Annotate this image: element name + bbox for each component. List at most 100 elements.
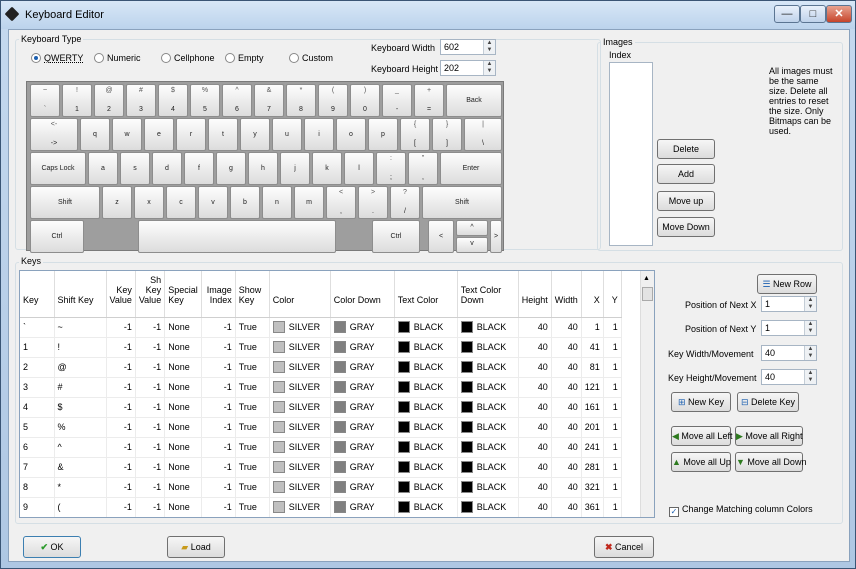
cell-x[interactable]: 321 — [581, 477, 604, 498]
maximize-button[interactable]: □ — [800, 5, 826, 23]
cell-width[interactable]: 40 — [551, 437, 582, 458]
cell-height[interactable]: 40 — [518, 337, 552, 358]
cell-color-down[interactable]: GRAY — [330, 517, 394, 518]
cell-image-index[interactable]: -1 — [201, 317, 236, 338]
cell-shift-key[interactable]: ( — [54, 497, 107, 517]
cell-text-color-down[interactable]: BLACK — [457, 417, 519, 438]
cell-sh-key-value[interactable]: -1 — [135, 337, 166, 358]
cell-shift-key[interactable]: % — [54, 417, 107, 438]
close-button[interactable]: ✕ — [826, 5, 852, 23]
col-special-key[interactable]: Special Key — [164, 271, 202, 318]
cell-special-key[interactable]: None — [164, 397, 202, 418]
key-s[interactable]: s — [120, 152, 150, 185]
cell-x[interactable]: 241 — [581, 437, 604, 458]
key-7[interactable]: & 7 — [254, 84, 284, 117]
col-image-index[interactable]: Image Index — [201, 271, 236, 318]
ok-button[interactable]: ✔ OK — [23, 536, 81, 558]
cell-sh-key-value[interactable]: -1 — [135, 517, 164, 518]
cell-color-down[interactable]: GRAY — [330, 457, 395, 478]
cell-height[interactable]: 40 — [518, 457, 552, 478]
delete-key-button[interactable]: ⊟ Delete Key — [737, 392, 799, 412]
key-lbrace[interactable]: {[ — [400, 118, 430, 151]
cell-key-value[interactable]: -1 — [106, 337, 136, 358]
cell-x[interactable]: 41 — [581, 337, 604, 358]
cell-color[interactable]: SILVER — [269, 457, 331, 478]
cell-show-key[interactable]: True — [235, 337, 270, 358]
key-6[interactable]: ^ 6 — [222, 84, 252, 117]
col-shift-key[interactable]: Shift Key — [54, 271, 107, 318]
cell-shift-key[interactable]: # — [54, 377, 107, 398]
cell-image-index[interactable]: -1 — [201, 337, 236, 358]
cell-height[interactable]: 40 — [518, 397, 552, 418]
cell-sh-key-value[interactable]: -1 — [135, 477, 166, 498]
key-left-ctrl[interactable]: Ctrl — [30, 220, 84, 253]
keyboard-height-input[interactable]: 202 ▲ ▼ — [440, 60, 496, 76]
table-row[interactable]: 8 * -1 -1 None -1 True SILVER GRAY BLACK BLACK 40 40… — [20, 477, 622, 498]
cell-text-color[interactable]: BLACK — [394, 417, 458, 438]
cell-key[interactable]: ` — [20, 317, 55, 338]
key-h[interactable]: h — [248, 152, 278, 185]
cell-text-color-down[interactable]: BLACK — [457, 517, 518, 518]
cell-key[interactable]: 3 — [20, 377, 55, 398]
cell-color[interactable]: SILVER — [269, 377, 331, 398]
key-rbrace[interactable]: }] — [432, 118, 462, 151]
key-b[interactable]: b — [230, 186, 260, 219]
cell-y[interactable]: 1 — [603, 457, 622, 478]
keyboard-width-input[interactable]: 602 ▲ ▼ — [440, 39, 496, 55]
cell-image-index[interactable]: -1 — [201, 497, 236, 517]
radio-custom[interactable]: Custom — [289, 53, 333, 63]
cell-y[interactable]: 1 — [603, 477, 622, 498]
cell-show-key[interactable]: True — [235, 457, 270, 478]
cell-sh-key-value[interactable]: -1 — [135, 317, 166, 338]
table-row[interactable]: 5% -1 -1 None -1 True SILVER GRAY BLACK BLACK 40 40… — [20, 417, 622, 438]
cell-text-color[interactable]: BLACK — [394, 457, 458, 478]
cell-special-key[interactable]: None — [165, 517, 202, 518]
cell-y[interactable]: 1 — [603, 437, 622, 458]
cell-x[interactable]: 281 — [581, 457, 604, 478]
cell-color-down[interactable]: GRAY — [330, 477, 395, 498]
table-row[interactable]: 4 $ -1 -1 None -1 True SILVER GRAY BLACK BLACK 40 40… — [20, 397, 622, 418]
cell-show-key[interactable]: True — [235, 477, 270, 498]
cell-color[interactable]: SILVER — [269, 437, 331, 458]
cell-show-key[interactable]: True — [235, 377, 270, 398]
image-move-up-button[interactable]: Move up — [657, 191, 715, 211]
cell-x[interactable]: 121 — [581, 377, 604, 398]
cell-shift-key[interactable]: * — [54, 477, 107, 498]
load-button[interactable]: ▰ Load — [167, 536, 225, 558]
col-color-down[interactable]: Color Down — [330, 271, 395, 318]
cell-height[interactable]: 40 — [518, 317, 552, 338]
key-height-movement-input[interactable]: 40 ▲ ▼ — [761, 369, 817, 385]
key-l[interactable]: l — [344, 152, 374, 185]
cell-width[interactable]: 40 — [551, 357, 582, 378]
cell-shift-key[interactable]: ^ — [54, 437, 107, 458]
key-5[interactable]: % 5 — [190, 84, 220, 117]
cell-x[interactable]: 201 — [581, 417, 604, 438]
table-row[interactable]: ` ~ -1 -1 None -1 True SILVER GRAY BLACK BLACK 40 40… — [20, 317, 622, 338]
key-z[interactable]: z — [102, 186, 132, 219]
cell-text-color-down[interactable]: BLACK — [457, 317, 519, 338]
move-all-left-button[interactable]: ◀ Move all Left — [671, 426, 732, 446]
cell-y[interactable]: 1 — [603, 497, 622, 517]
minimize-button[interactable]: — — [774, 5, 800, 23]
key-back[interactable]: Back — [446, 84, 502, 117]
pos-next-x-input[interactable]: 1 ▲ ▼ — [761, 296, 817, 312]
cell-special-key[interactable]: None — [164, 437, 202, 458]
cell-text-color-down[interactable]: BLACK — [457, 457, 519, 478]
cell-show-key[interactable]: True — [235, 397, 270, 418]
cell-x[interactable]: 81 — [581, 357, 604, 378]
cell-key[interactable]: 1 — [20, 337, 55, 358]
images-list[interactable] — [609, 62, 653, 246]
cell-key[interactable]: 9 — [20, 497, 55, 517]
radio-cellphone[interactable]: Cellphone — [161, 53, 215, 63]
cell-y[interactable]: 1 — [603, 417, 622, 438]
col-text-color-down[interactable]: Text Color Down — [457, 271, 519, 318]
cell-y[interactable]: 1 — [603, 377, 622, 398]
scrollbar-thumb[interactable] — [642, 287, 653, 301]
col-y[interactable]: Y — [603, 271, 622, 318]
scroll-up-arrow-icon[interactable]: ▲ — [643, 275, 650, 282]
cell-image-index[interactable]: -1 — [201, 357, 236, 378]
key-4[interactable]: $4 — [158, 84, 188, 117]
cell-color-down[interactable]: GRAY — [330, 317, 395, 338]
cell-key-value[interactable]: -1 — [106, 317, 136, 338]
cell-shift-key[interactable]: ~ — [54, 317, 107, 338]
